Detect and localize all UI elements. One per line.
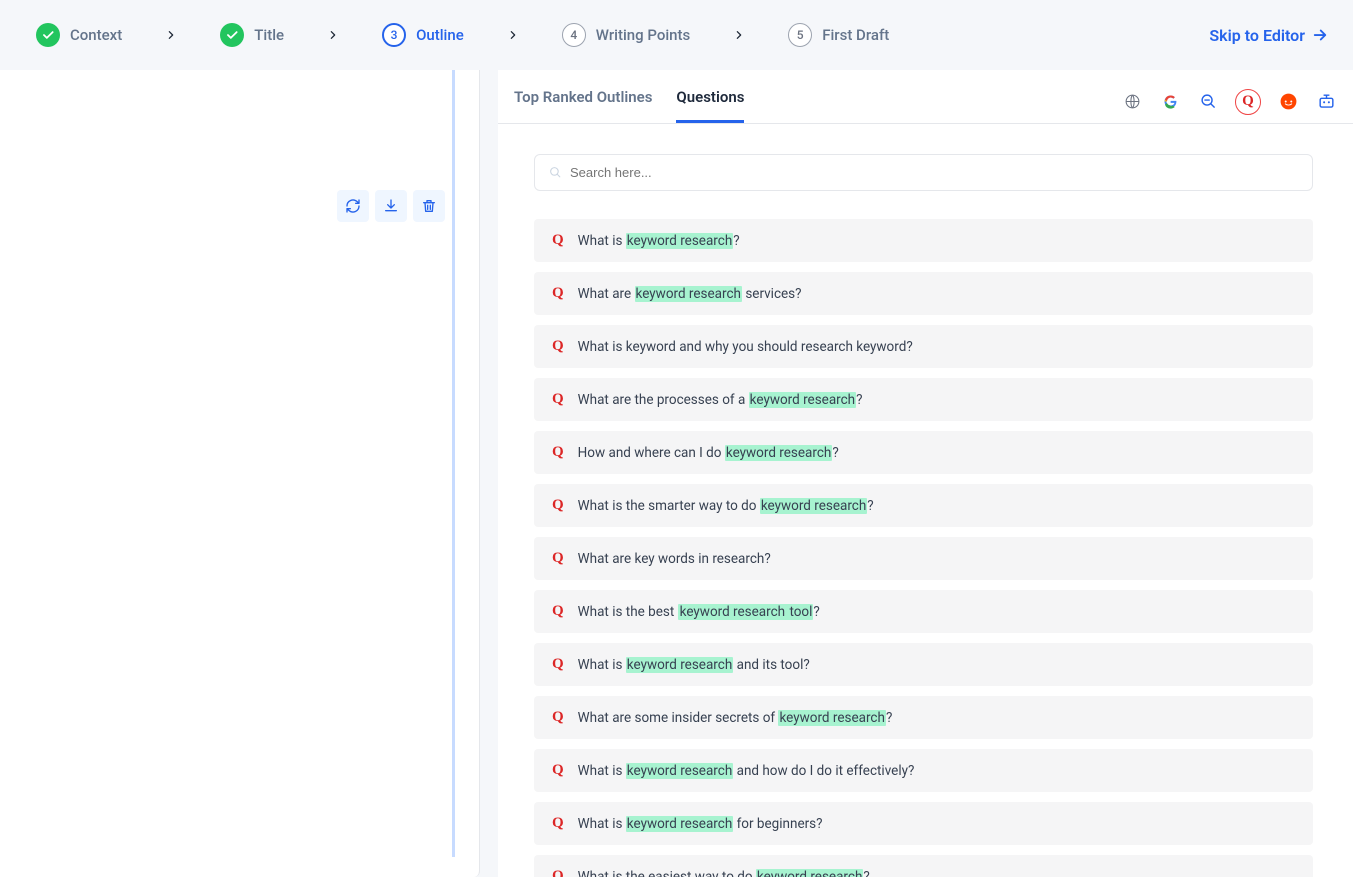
question-row[interactable]: Q What is keyword research? xyxy=(534,219,1313,262)
quora-q-icon: Q xyxy=(552,709,564,726)
question-text: What are some insider secrets of keyword… xyxy=(578,710,893,726)
search-input[interactable] xyxy=(570,165,1298,180)
question-row[interactable]: Q What is the smarter way to do keyword r… xyxy=(534,484,1313,527)
step-label: Writing Points xyxy=(596,26,690,44)
research-pane: Top Ranked Outlines Questions Q xyxy=(498,70,1353,877)
step-label: Context xyxy=(70,26,122,44)
question-row[interactable]: Q What are some insider secrets of keywor… xyxy=(534,696,1313,739)
quora-q-icon: Q xyxy=(552,391,564,408)
question-row[interactable]: Q What is keyword research and how do I d… xyxy=(534,749,1313,792)
question-text: What is the smarter way to do keyword re… xyxy=(578,498,874,514)
refresh-icon xyxy=(345,198,361,214)
question-row[interactable]: Q What are key words in research? xyxy=(534,537,1313,580)
quora-q-icon: Q xyxy=(552,868,564,877)
research-tabs: Top Ranked Outlines Questions Q xyxy=(498,70,1353,124)
quora-q-icon: Q xyxy=(552,285,564,302)
step-label: First Draft xyxy=(822,26,889,44)
quora-q-icon: Q xyxy=(552,232,564,249)
step-outline[interactable]: 3 Outline xyxy=(370,23,476,47)
skip-to-editor-link[interactable]: Skip to Editor xyxy=(1209,26,1329,45)
chevron-right-icon xyxy=(296,30,370,40)
globe-icon[interactable] xyxy=(1121,91,1143,113)
question-text: How and where can I do keyword research? xyxy=(578,445,839,461)
question-text: What is keyword research for beginners? xyxy=(578,816,823,832)
step-writing-points[interactable]: 4 Writing Points xyxy=(550,23,702,47)
outline-editor-pane xyxy=(0,70,480,877)
question-text: What are keyword research services? xyxy=(578,286,802,302)
check-icon xyxy=(220,23,244,47)
question-text: What are the processes of a keyword rese… xyxy=(578,392,863,408)
quora-q-icon: Q xyxy=(552,603,564,620)
download-icon xyxy=(383,198,399,214)
question-text: What are key words in research? xyxy=(578,551,771,567)
quora-q-icon: Q xyxy=(552,444,564,461)
zoom-out-icon[interactable] xyxy=(1197,91,1219,113)
trash-icon xyxy=(421,198,437,214)
download-button[interactable] xyxy=(375,190,407,222)
quora-q-icon: Q xyxy=(552,762,564,779)
source-filter-icons: Q xyxy=(1121,89,1337,123)
question-row[interactable]: Q What is the easiest way to do keyword r… xyxy=(534,855,1313,877)
question-row[interactable]: Q What is keyword research and its tool? xyxy=(534,643,1313,686)
questions-list: Q What is keyword research? Q What are keyw… xyxy=(534,219,1313,877)
question-row[interactable]: Q What is keyword and why you should rese… xyxy=(534,325,1313,368)
google-icon[interactable] xyxy=(1159,91,1181,113)
question-text: What is the easiest way to do keyword re… xyxy=(578,869,870,877)
quora-q-icon: Q xyxy=(552,550,564,567)
step-label: Outline xyxy=(416,26,464,44)
tab-list: Top Ranked Outlines Questions xyxy=(514,88,744,123)
main-area: Top Ranked Outlines Questions Q xyxy=(0,70,1353,877)
quora-q-icon: Q xyxy=(552,815,564,832)
question-row[interactable]: Q What is keyword research for beginners? xyxy=(534,802,1313,845)
quora-q-icon: Q xyxy=(552,656,564,673)
question-text: What is keyword research? xyxy=(578,233,740,249)
chevron-right-icon xyxy=(476,30,550,40)
skip-label: Skip to Editor xyxy=(1209,26,1305,45)
quora-q-icon: Q xyxy=(552,497,564,514)
step-title[interactable]: Title xyxy=(208,23,296,47)
question-row[interactable]: Q How and where can I do keyword research… xyxy=(534,431,1313,474)
step-number: 5 xyxy=(788,23,812,47)
step-first-draft[interactable]: 5 First Draft xyxy=(776,23,901,47)
outline-actions xyxy=(337,190,445,222)
question-row[interactable]: Q What is the best keyword research tool? xyxy=(534,590,1313,633)
questions-content: Q What is keyword research? Q What are keyw… xyxy=(498,124,1353,877)
check-icon xyxy=(36,23,60,47)
search-icon xyxy=(549,166,562,179)
chevron-right-icon xyxy=(134,30,208,40)
question-text: What is keyword research and its tool? xyxy=(578,657,810,673)
tab-questions[interactable]: Questions xyxy=(676,88,744,123)
outline-editor-inner[interactable] xyxy=(0,70,455,857)
stepper-bar: Context Title 3 Outline 4 Writing Points… xyxy=(0,0,1353,70)
chevron-right-icon xyxy=(702,30,776,40)
question-row[interactable]: Q What are keyword research services? xyxy=(534,272,1313,315)
reddit-icon[interactable] xyxy=(1277,91,1299,113)
step-context[interactable]: Context xyxy=(24,23,134,47)
delete-button[interactable] xyxy=(413,190,445,222)
question-text: What is the best keyword research tool? xyxy=(578,604,820,620)
arrow-right-icon xyxy=(1311,26,1329,44)
quora-icon[interactable]: Q xyxy=(1235,89,1261,115)
search-box[interactable] xyxy=(534,154,1313,191)
step-number: 4 xyxy=(562,23,586,47)
question-text: What is keyword research and how do I do… xyxy=(578,763,915,779)
steps-list: Context Title 3 Outline 4 Writing Points… xyxy=(24,23,901,47)
question-row[interactable]: Q What are the processes of a keyword res… xyxy=(534,378,1313,421)
quora-q-icon: Q xyxy=(552,338,564,355)
question-text: What is keyword and why you should resea… xyxy=(578,339,913,355)
step-number: 3 xyxy=(382,23,406,47)
robot-icon[interactable] xyxy=(1315,91,1337,113)
refresh-button[interactable] xyxy=(337,190,369,222)
step-label: Title xyxy=(254,26,284,44)
tab-top-ranked[interactable]: Top Ranked Outlines xyxy=(514,88,652,123)
